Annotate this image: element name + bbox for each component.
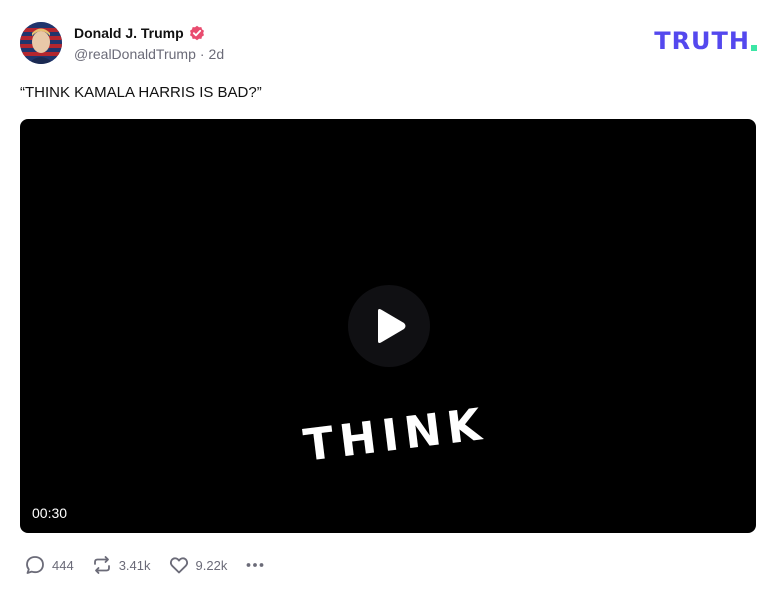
like-button[interactable]: 9.22k (168, 554, 228, 576)
heart-icon (169, 557, 188, 574)
reply-button[interactable]: 444 (24, 554, 74, 576)
logo-text: TRUTH (654, 27, 750, 55)
post-header: Donald J. Trump @realDonaldTrump · 2d TR… (20, 22, 757, 66)
post-time[interactable]: 2d (209, 46, 225, 62)
author-handle[interactable]: @realDonaldTrump (74, 46, 196, 62)
like-count: 9.22k (195, 557, 228, 573)
author-block: Donald J. Trump @realDonaldTrump · 2d (74, 23, 224, 62)
play-button[interactable] (348, 285, 430, 367)
more-options-button[interactable] (244, 554, 266, 576)
reply-icon (26, 556, 44, 574)
logo-dot (751, 45, 757, 51)
retruth-button[interactable]: 3.41k (91, 554, 151, 576)
separator: · (199, 46, 205, 62)
retruth-icon (93, 556, 110, 574)
video-player[interactable]: THINK 00:30 (20, 119, 756, 533)
play-icon (378, 309, 406, 343)
retruth-count: 3.41k (118, 557, 151, 573)
video-duration: 00:30 (32, 505, 68, 521)
video-overlay-text: THINK (300, 398, 490, 472)
reply-count: 444 (52, 557, 74, 573)
post-text: “THINK KAMALA HARRIS IS BAD?” (20, 84, 262, 101)
author-name[interactable]: Donald J. Trump (74, 25, 184, 41)
avatar[interactable] (20, 22, 62, 64)
truth-logo: TRUTH (654, 29, 757, 53)
verified-badge-icon (189, 25, 205, 41)
post-actions: 444 3.41k 9.22k (24, 552, 266, 578)
more-icon (246, 563, 264, 567)
